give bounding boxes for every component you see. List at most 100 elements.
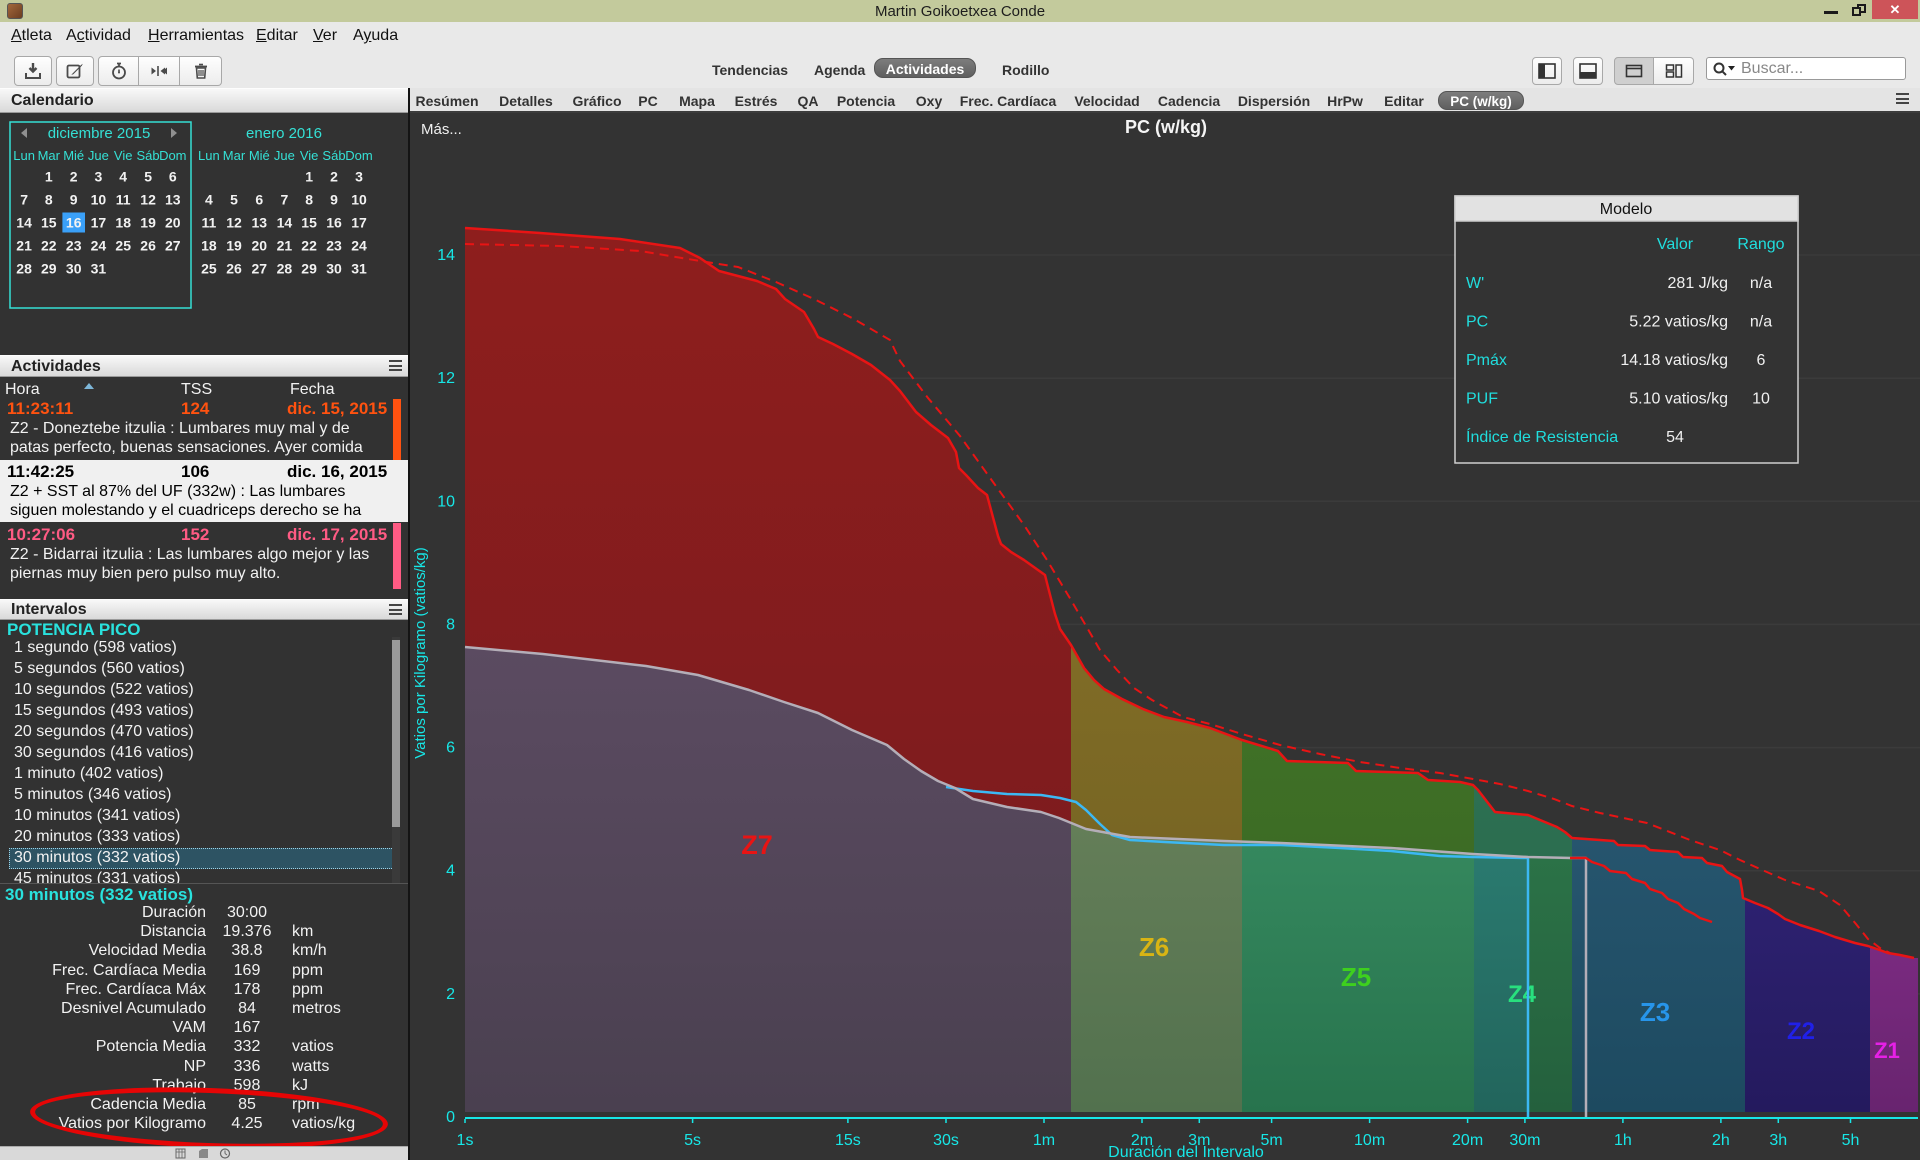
svg-text:26: 26 bbox=[140, 238, 156, 254]
svg-text:19: 19 bbox=[226, 238, 242, 254]
svg-text:5h: 5h bbox=[1842, 1132, 1860, 1149]
svg-text:Jue: Jue bbox=[88, 148, 109, 163]
svg-text:29: 29 bbox=[301, 261, 317, 277]
svg-text:18: 18 bbox=[115, 215, 131, 231]
svg-text:24: 24 bbox=[351, 238, 367, 254]
svg-text:22: 22 bbox=[41, 238, 57, 254]
svg-text:20m: 20m bbox=[1452, 1132, 1483, 1149]
svg-text:1: 1 bbox=[45, 169, 53, 185]
svg-text:12: 12 bbox=[437, 370, 455, 387]
svg-text:5.10 vatios/kg: 5.10 vatios/kg bbox=[1629, 391, 1728, 408]
svg-text:n/a: n/a bbox=[1750, 275, 1772, 292]
svg-text:16: 16 bbox=[326, 215, 342, 231]
svg-text:27: 27 bbox=[165, 238, 181, 254]
svg-text:n/a: n/a bbox=[1750, 314, 1772, 331]
svg-text:14.18 vatios/kg: 14.18 vatios/kg bbox=[1620, 352, 1728, 369]
svg-text:14: 14 bbox=[277, 215, 293, 231]
svg-text:enero 2016: enero 2016 bbox=[246, 125, 322, 142]
svg-text:diciembre 2015: diciembre 2015 bbox=[48, 125, 151, 142]
svg-text:3: 3 bbox=[355, 169, 363, 185]
svg-text:Z7: Z7 bbox=[741, 830, 773, 860]
svg-text:6: 6 bbox=[446, 740, 455, 757]
svg-text:23: 23 bbox=[66, 238, 82, 254]
svg-text:25: 25 bbox=[201, 261, 217, 277]
svg-text:Lun: Lun bbox=[198, 148, 220, 163]
svg-text:Z2: Z2 bbox=[1787, 1018, 1815, 1045]
svg-text:Vie: Vie bbox=[300, 148, 319, 163]
svg-text:27: 27 bbox=[252, 261, 268, 277]
svg-text:1s: 1s bbox=[457, 1132, 474, 1149]
svg-text:Z6: Z6 bbox=[1139, 932, 1169, 962]
svg-text:28: 28 bbox=[16, 261, 32, 277]
svg-text:Sáb: Sáb bbox=[322, 148, 345, 163]
svg-text:10: 10 bbox=[91, 192, 107, 208]
svg-text:0: 0 bbox=[446, 1109, 455, 1126]
svg-text:13: 13 bbox=[165, 192, 181, 208]
svg-text:Mié: Mié bbox=[63, 148, 84, 163]
svg-text:Índice de Resistencia: Índice de Resistencia bbox=[1466, 427, 1618, 446]
svg-text:30: 30 bbox=[66, 261, 82, 277]
svg-text:23: 23 bbox=[326, 238, 342, 254]
svg-text:30s: 30s bbox=[933, 1132, 959, 1149]
svg-text:1h: 1h bbox=[1614, 1132, 1632, 1149]
svg-text:8: 8 bbox=[305, 192, 313, 208]
svg-text:7: 7 bbox=[20, 192, 28, 208]
svg-text:2: 2 bbox=[70, 169, 78, 185]
svg-text:30m: 30m bbox=[1509, 1132, 1540, 1149]
svg-text:Rango: Rango bbox=[1737, 236, 1784, 253]
svg-text:Z1: Z1 bbox=[1874, 1038, 1900, 1063]
svg-text:Vatios por Kilogramo (vatios/k: Vatios por Kilogramo (vatios/kg) bbox=[412, 547, 429, 758]
svg-text:10m: 10m bbox=[1354, 1132, 1385, 1149]
svg-text:7: 7 bbox=[281, 192, 289, 208]
svg-text:PC (w/kg): PC (w/kg) bbox=[1125, 117, 1207, 137]
svg-text:Mar: Mar bbox=[38, 148, 61, 163]
svg-text:8: 8 bbox=[446, 616, 455, 633]
svg-text:25: 25 bbox=[115, 238, 131, 254]
svg-text:6: 6 bbox=[169, 169, 177, 185]
svg-text:9: 9 bbox=[70, 192, 78, 208]
svg-text:31: 31 bbox=[91, 261, 107, 277]
svg-text:PC: PC bbox=[1466, 314, 1488, 331]
svg-text:11: 11 bbox=[201, 215, 216, 231]
svg-text:22: 22 bbox=[301, 238, 317, 254]
svg-text:Mié: Mié bbox=[249, 148, 270, 163]
svg-text:2: 2 bbox=[330, 169, 338, 185]
svg-text:12: 12 bbox=[226, 215, 242, 231]
svg-text:4: 4 bbox=[119, 169, 127, 185]
svg-text:1m: 1m bbox=[1033, 1132, 1055, 1149]
svg-text:14: 14 bbox=[16, 215, 32, 231]
svg-text:Jue: Jue bbox=[274, 148, 295, 163]
svg-text:24: 24 bbox=[91, 238, 107, 254]
svg-text:Mar: Mar bbox=[223, 148, 246, 163]
svg-text:15s: 15s bbox=[835, 1132, 861, 1149]
svg-text:19: 19 bbox=[140, 215, 156, 231]
svg-text:Duración del Intervalo: Duración del Intervalo bbox=[1108, 1144, 1264, 1160]
svg-text:Pmáx: Pmáx bbox=[1466, 352, 1507, 369]
svg-text:17: 17 bbox=[351, 215, 367, 231]
svg-text:21: 21 bbox=[16, 238, 32, 254]
svg-text:3: 3 bbox=[95, 169, 103, 185]
svg-text:4: 4 bbox=[446, 863, 455, 880]
svg-text:14: 14 bbox=[437, 247, 455, 264]
svg-text:5s: 5s bbox=[684, 1132, 701, 1149]
svg-text:2h: 2h bbox=[1712, 1132, 1730, 1149]
svg-text:5.22 vatios/kg: 5.22 vatios/kg bbox=[1629, 314, 1728, 331]
svg-text:W': W' bbox=[1466, 275, 1484, 292]
svg-text:10: 10 bbox=[1752, 391, 1770, 408]
svg-text:12: 12 bbox=[140, 192, 156, 208]
svg-text:6: 6 bbox=[255, 192, 263, 208]
svg-text:26: 26 bbox=[226, 261, 242, 277]
svg-text:15: 15 bbox=[301, 215, 317, 231]
svg-text:Más...: Más... bbox=[421, 121, 462, 138]
svg-text:281 J/kg: 281 J/kg bbox=[1668, 275, 1728, 292]
svg-text:1: 1 bbox=[305, 169, 313, 185]
svg-text:18: 18 bbox=[201, 238, 217, 254]
svg-text:11: 11 bbox=[116, 192, 131, 208]
svg-text:20: 20 bbox=[165, 215, 181, 231]
svg-text:Z4: Z4 bbox=[1508, 981, 1537, 1008]
svg-text:Dom: Dom bbox=[159, 148, 186, 163]
svg-text:Vie: Vie bbox=[114, 148, 133, 163]
svg-text:3h: 3h bbox=[1769, 1132, 1787, 1149]
svg-text:54: 54 bbox=[1666, 429, 1684, 446]
svg-text:PUF: PUF bbox=[1466, 391, 1498, 408]
